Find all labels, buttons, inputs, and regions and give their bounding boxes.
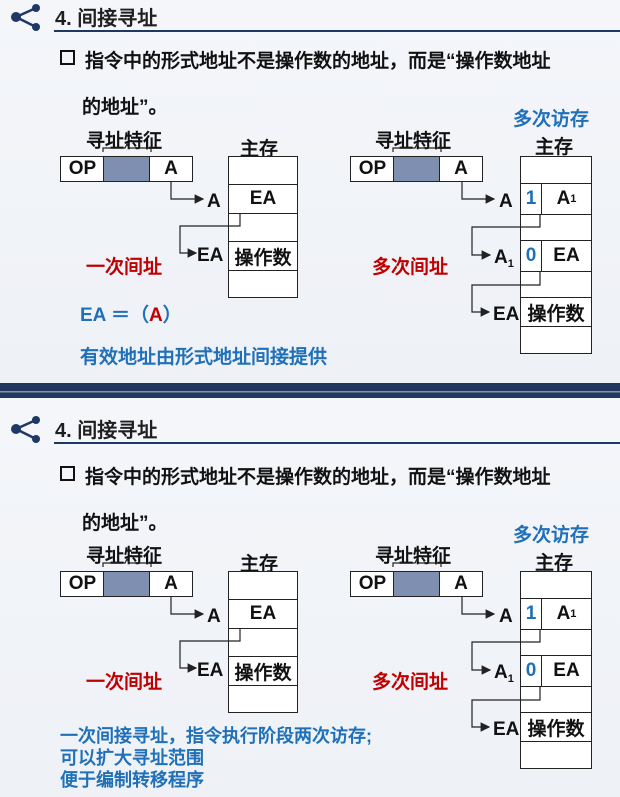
note-line: 可以扩大寻址范围 xyxy=(60,748,204,768)
a1-text: A xyxy=(556,603,571,624)
op-field: OP xyxy=(350,571,395,597)
single-indirect-label: 一次间址 xyxy=(86,672,163,693)
slide-1-header: 4. 间接寻址 xyxy=(0,0,620,36)
memory-cell xyxy=(520,214,592,241)
indirect-bit-0: 0 xyxy=(520,240,542,272)
bullet-text: 指令中的形式地址不是操作数的地址，而是“操作数地址 xyxy=(85,51,551,72)
op-field: OP xyxy=(60,156,105,182)
memory-cell xyxy=(228,628,298,657)
memory-cell xyxy=(520,271,592,298)
note-line: 一次间接寻址，指令执行阶段两次访存; xyxy=(60,726,372,746)
memory-cell xyxy=(520,629,592,656)
a1-pointer-label: A1 xyxy=(494,662,514,685)
op-field: OP xyxy=(60,571,105,597)
memory-cell xyxy=(520,156,592,184)
a-field: A xyxy=(149,571,193,597)
indirect-bit-1: 1 xyxy=(520,183,542,215)
ea-pointer-label: EA xyxy=(493,304,520,325)
bullet-line-2: 的地址”。 xyxy=(82,513,168,534)
memory-cell xyxy=(228,213,298,242)
bullet-text: 指令中的形式地址不是操作数的地址，而是“操作数地址 xyxy=(85,467,551,488)
memory-cell-ea: EA xyxy=(228,599,298,629)
memory-cell-a1: A1 xyxy=(541,183,592,215)
notes: 一次间接寻址，指令执行阶段两次访存; 可以扩大寻址范围 便于编制转移程序 xyxy=(60,725,372,791)
single-indirect-label: 一次间址 xyxy=(86,257,163,278)
a-field: A xyxy=(439,571,483,597)
indirect-bit-0: 0 xyxy=(520,655,542,687)
page-title: 4. 间接寻址 xyxy=(55,8,158,30)
a1-arrow-subscript: 1 xyxy=(507,673,514,685)
formula: EA ＝（A） xyxy=(80,300,182,327)
a-pointer-label: A xyxy=(207,191,221,212)
bullet-square-icon xyxy=(60,50,75,65)
bullet-square-icon xyxy=(60,466,75,481)
multi-access-label: 多次访存 xyxy=(513,109,590,130)
multi-indirect-label: 多次间址 xyxy=(372,672,449,693)
addr-feature-label: 寻址特征 xyxy=(86,546,163,567)
a1-pointer-label: A1 xyxy=(494,247,514,270)
addr-feature-label: 寻址特征 xyxy=(375,131,452,152)
formula-close: ） xyxy=(162,305,182,326)
addr-feature-label: 寻址特征 xyxy=(86,131,163,152)
a1-subscript: 1 xyxy=(570,193,577,205)
page-title: 4. 间接寻址 xyxy=(55,420,158,442)
formula-a: A xyxy=(148,305,163,326)
memory-cell-operand: 操作数 xyxy=(228,656,298,686)
memory-cell-ea: EA xyxy=(541,240,592,272)
op-field: OP xyxy=(350,156,395,182)
memory-cell xyxy=(228,156,298,185)
slide-2-header: 4. 间接寻址 xyxy=(0,412,620,448)
bullet-line-1: 指令中的形式地址不是操作数的地址，而是“操作数地址 xyxy=(60,460,551,496)
a1-arrow-text: A xyxy=(494,247,508,268)
header-underline xyxy=(54,442,620,444)
addr-feature-field xyxy=(393,571,441,597)
indirect-bit-1: 1 xyxy=(520,598,542,630)
addr-feature-field xyxy=(393,156,441,182)
memory-cell xyxy=(520,571,592,599)
memory-cell xyxy=(520,686,592,713)
memory-cell xyxy=(228,685,298,713)
bullet-line-2: 的地址”。 xyxy=(82,97,168,118)
memory-cell xyxy=(228,571,298,600)
ea-pointer-label: EA xyxy=(197,245,224,266)
main-memory-label: 主存 xyxy=(535,137,574,158)
memory-cell-ea: EA xyxy=(541,655,592,687)
multi-indirect-label: 多次间址 xyxy=(372,257,449,278)
ea-pointer-label: EA xyxy=(197,660,224,681)
a-field: A xyxy=(439,156,483,182)
memory-cell-operand: 操作数 xyxy=(520,712,592,742)
memory-cell xyxy=(520,326,592,354)
share-icon xyxy=(11,416,40,443)
a1-arrow-subscript: 1 xyxy=(507,258,514,270)
memory-cell-operand: 操作数 xyxy=(228,241,298,271)
a-pointer-label: A xyxy=(499,606,513,627)
share-icon xyxy=(11,4,40,31)
slide-divider xyxy=(0,383,620,398)
a-pointer-label: A xyxy=(499,191,513,212)
memory-cell-a1: A1 xyxy=(541,598,592,630)
addr-feature-field xyxy=(103,156,151,182)
multi-access-label: 多次访存 xyxy=(513,525,590,546)
memory-cell-ea: EA xyxy=(228,184,298,214)
memory-cell xyxy=(520,741,592,769)
formula-note: 有效地址由形式地址间接提供 xyxy=(80,347,328,368)
ea-pointer-label: EA xyxy=(493,719,520,740)
a-field: A xyxy=(149,156,193,182)
a1-subscript: 1 xyxy=(570,608,577,620)
bullet-line-1: 指令中的形式地址不是操作数的地址，而是“操作数地址 xyxy=(60,44,551,80)
addr-feature-label: 寻址特征 xyxy=(375,546,452,567)
a-pointer-label: A xyxy=(207,606,221,627)
formula-ea: EA ＝（ xyxy=(80,305,149,326)
memory-cell xyxy=(228,270,298,298)
header-underline xyxy=(54,30,620,32)
addr-feature-field xyxy=(103,571,151,597)
a1-text: A xyxy=(556,188,571,209)
note-line: 便于编制转移程序 xyxy=(60,770,204,790)
a1-arrow-text: A xyxy=(494,662,508,683)
memory-cell-operand: 操作数 xyxy=(520,297,592,327)
